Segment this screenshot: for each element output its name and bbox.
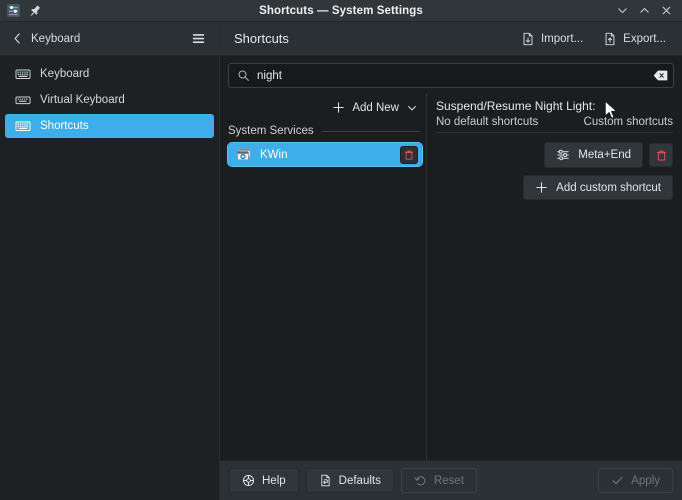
search-input[interactable]: night (228, 63, 674, 88)
add-new-label: Add New (352, 101, 399, 114)
search-row: night (220, 56, 682, 94)
binding-label: Meta+End (578, 149, 631, 161)
reset-button[interactable]: Reset (400, 468, 477, 493)
sidebar-item-virtual-keyboard[interactable]: Virtual Keyboard (5, 88, 214, 112)
export-button[interactable]: Export... (595, 28, 674, 50)
apply-label: Apply (631, 474, 660, 487)
add-custom-shortcut-button[interactable]: Add custom shortcut (523, 175, 673, 200)
document-export-icon (603, 32, 617, 46)
add-new-button[interactable]: Add New (324, 97, 424, 118)
delete-entry-button[interactable] (400, 145, 418, 164)
defaults-label: Defaults (338, 474, 381, 487)
sidebar-item-label: Shortcuts (40, 120, 89, 132)
maximize-icon[interactable] (634, 2, 654, 20)
shortcut-name: Suspend/Resume Night Light: (436, 99, 596, 113)
sidebar: Keyboard Keyboard Virtual Keyboard Short… (0, 22, 220, 500)
sidebar-item-label: Virtual Keyboard (40, 94, 125, 106)
clear-text-icon[interactable] (653, 68, 668, 83)
help-label: Help (262, 474, 286, 487)
plus-icon (332, 101, 345, 114)
sidebar-item-label: Keyboard (40, 68, 90, 80)
export-label: Export... (623, 32, 666, 45)
shortcut-binding-button[interactable]: Meta+End (544, 142, 643, 168)
list-item-label: KWin (260, 148, 288, 161)
window-titlebar: Shortcuts — System Settings (0, 0, 682, 22)
shortcut-sources-pane: Add New System Services KWin (220, 94, 427, 460)
virtual-keyboard-icon (14, 92, 31, 109)
hamburger-menu-icon[interactable] (186, 27, 211, 50)
list-item[interactable]: KWin (227, 142, 423, 167)
shortcut-bindings: Meta+End Add custom shortcut (436, 133, 673, 200)
undo-icon (414, 474, 427, 487)
window-controls (612, 2, 682, 20)
group-label: System Services (228, 125, 314, 137)
reset-label: Reset (433, 474, 464, 487)
document-revert-icon (319, 474, 332, 487)
pin-icon[interactable] (27, 3, 43, 19)
keyboard-icon (14, 66, 31, 83)
plus-icon (535, 181, 548, 194)
minimize-icon[interactable] (612, 2, 632, 20)
titlebar-left-icons (0, 3, 43, 19)
shortcut-detail-pane: Suspend/Resume Night Light: No default s… (427, 94, 682, 460)
custom-shortcuts-label: Custom shortcuts (583, 116, 673, 128)
kwin-window-icon (235, 146, 252, 163)
configure-shortcut-icon (556, 148, 570, 162)
import-label: Import... (540, 32, 584, 45)
shortcut-columns-header: No default shortcuts Custom shortcuts (436, 116, 673, 133)
sidebar-item-list: Keyboard Virtual Keyboard Shortcuts (0, 56, 219, 138)
sidebar-item-shortcuts[interactable]: Shortcuts (5, 114, 214, 138)
application-body: Keyboard Keyboard Virtual Keyboard Short… (0, 22, 682, 500)
close-icon[interactable] (656, 2, 676, 20)
add-custom-shortcut-label: Add custom shortcut (556, 181, 661, 194)
footer-buttons: Help Defaults Reset Apply (220, 460, 682, 500)
defaults-button[interactable]: Defaults (305, 468, 394, 493)
page-title: Shortcuts (234, 31, 289, 46)
back-label: Keyboard (31, 32, 81, 45)
sidebar-item-keyboard[interactable]: Keyboard (5, 62, 214, 86)
trash-icon (404, 150, 414, 160)
back-to-keyboard-button[interactable]: Keyboard (7, 29, 84, 48)
group-header-system-services: System Services (228, 123, 426, 143)
header-actions: Import... Export... (513, 28, 674, 50)
chevron-down-icon (406, 102, 418, 114)
search-value[interactable]: night (257, 70, 646, 82)
window-title: Shortcuts — System Settings (259, 4, 423, 17)
shortcuts-keyboard-icon (14, 118, 31, 135)
trash-icon (656, 150, 666, 161)
search-icon (237, 69, 250, 82)
help-icon (242, 474, 255, 487)
settings-sliders-icon[interactable] (5, 3, 21, 19)
delete-binding-button[interactable] (649, 143, 673, 167)
sidebar-header: Keyboard (0, 22, 219, 56)
default-shortcuts-label: No default shortcuts (436, 116, 539, 128)
check-icon (611, 474, 624, 487)
add-new-row: Add New (228, 94, 426, 123)
import-button[interactable]: Import... (513, 28, 591, 50)
apply-button[interactable]: Apply (598, 468, 673, 493)
document-import-icon (521, 32, 535, 46)
binding-row: Meta+End (544, 142, 673, 168)
main-header: Shortcuts Import... Export... (220, 22, 682, 56)
help-button[interactable]: Help (229, 468, 299, 493)
chevron-left-icon (14, 33, 20, 44)
main-panel: Shortcuts Import... Export... night Add … (220, 22, 682, 500)
group-divider (321, 130, 420, 132)
content-split: Add New System Services KWin Suspend/Res… (220, 94, 682, 460)
